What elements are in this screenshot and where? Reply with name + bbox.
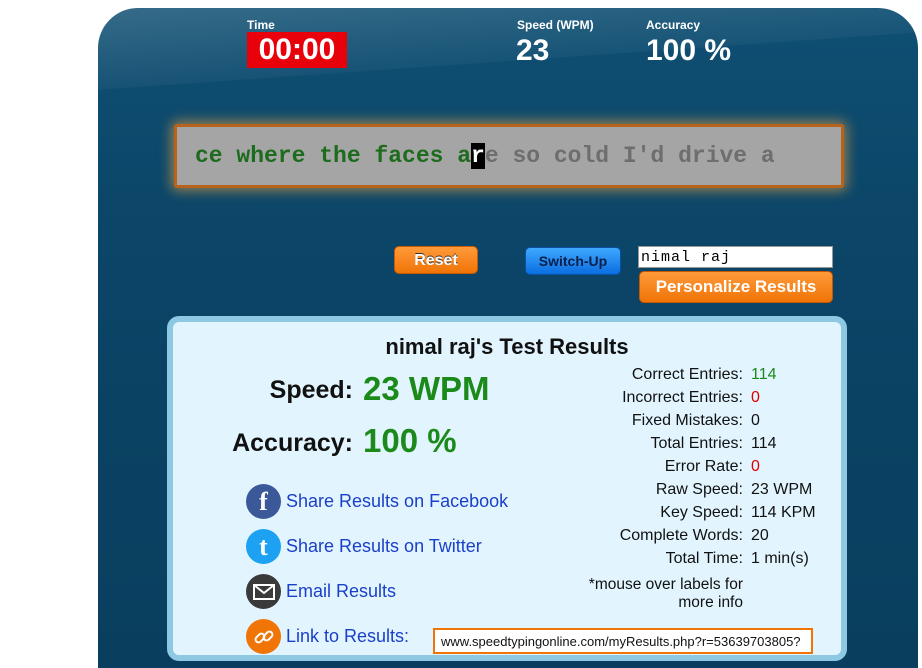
share-facebook-label: Share Results on Facebook	[286, 491, 509, 511]
accuracy-label: Accuracy	[646, 18, 701, 32]
results-box: nimal raj's Test Results Speed: 23 WPM A…	[167, 316, 847, 661]
mouseover-note-line2: more info	[678, 594, 743, 611]
stat-value: 114	[751, 366, 777, 383]
stat-value: 1 min(s)	[751, 550, 809, 567]
mouseover-note-line1: *mouse over labels for	[588, 576, 743, 593]
stat-row: Error Rate: 0	[573, 458, 863, 481]
email-results-label: Email Results	[286, 581, 397, 601]
link-results[interactable]: Link to Results:	[246, 619, 409, 654]
share-facebook-link[interactable]: f Share Results on Facebook	[246, 484, 508, 519]
stat-value: 0	[751, 412, 760, 429]
stat-label[interactable]: Error Rate:	[665, 458, 743, 476]
stat-value: 20	[751, 527, 769, 544]
stat-row: Correct Entries: 114	[573, 366, 863, 389]
speed-label: Speed (WPM)	[517, 18, 594, 32]
stat-row: Key Speed: 114 KPM	[573, 504, 863, 527]
results-accuracy-value: 100 %	[363, 422, 457, 459]
typed-text: ce where the faces a	[195, 143, 472, 169]
switch-up-button[interactable]: Switch-Up	[525, 247, 621, 275]
twitter-icon: t	[246, 529, 281, 564]
stat-value: 0	[751, 389, 760, 406]
reset-button[interactable]: Reset	[394, 246, 478, 274]
stat-label[interactable]: Raw Speed:	[656, 481, 743, 499]
results-accuracy-label[interactable]: Accuracy:	[193, 429, 353, 458]
stat-row: Incorrect Entries: 0	[573, 389, 863, 412]
stat-row: Complete Words: 20	[573, 527, 863, 550]
stat-value: 23 WPM	[751, 481, 813, 498]
stat-row: Raw Speed: 23 WPM	[573, 481, 863, 504]
text-cursor: r	[471, 143, 485, 169]
link-results-label: Link to Results:	[286, 626, 410, 646]
name-input[interactable]	[638, 246, 833, 268]
stat-row: Fixed Mistakes: 0	[573, 412, 863, 435]
mouseover-note: *mouse over labels for more info	[543, 576, 743, 612]
facebook-icon: f	[246, 484, 281, 519]
stat-row: Total Time: 1 min(s)	[573, 550, 863, 573]
results-link-field[interactable]: www.speedtypingonline.com/myResults.php?…	[433, 628, 813, 654]
results-speed-label[interactable]: Speed:	[233, 376, 353, 405]
results-title: nimal raj's Test Results	[385, 334, 629, 359]
stat-value: 114 KPM	[751, 504, 816, 521]
stat-label[interactable]: Correct Entries:	[632, 366, 743, 384]
stat-value: 0	[751, 458, 760, 475]
speed-value: 23	[516, 34, 550, 67]
time-label: Time	[247, 18, 275, 32]
typing-area[interactable]: ce where the faces are so cold I'd drive…	[174, 124, 844, 188]
stat-label[interactable]: Total Time:	[666, 550, 743, 568]
stat-value: 114	[751, 435, 777, 452]
share-twitter-label: Share Results on Twitter	[286, 536, 482, 556]
link-icon	[246, 619, 281, 654]
stat-label[interactable]: Incorrect Entries:	[622, 389, 743, 407]
time-display: 00:00	[247, 32, 347, 68]
stat-label[interactable]: Key Speed:	[660, 504, 743, 522]
accuracy-value: 100 %	[646, 34, 732, 67]
personalize-results-button[interactable]: Personalize Results	[639, 271, 833, 303]
email-results-link[interactable]: Email Results	[246, 574, 396, 609]
panel-sheen	[98, 8, 918, 98]
stat-label[interactable]: Complete Words:	[620, 527, 743, 545]
remaining-text: e so cold I'd drive a	[484, 143, 775, 169]
email-icon	[246, 574, 281, 609]
stat-label[interactable]: Total Entries:	[651, 435, 743, 453]
stat-label[interactable]: Fixed Mistakes:	[632, 412, 743, 430]
results-speed-value: 23 WPM	[363, 370, 490, 407]
stat-row: Total Entries: 114	[573, 435, 863, 458]
share-twitter-link[interactable]: t Share Results on Twitter	[246, 529, 482, 564]
